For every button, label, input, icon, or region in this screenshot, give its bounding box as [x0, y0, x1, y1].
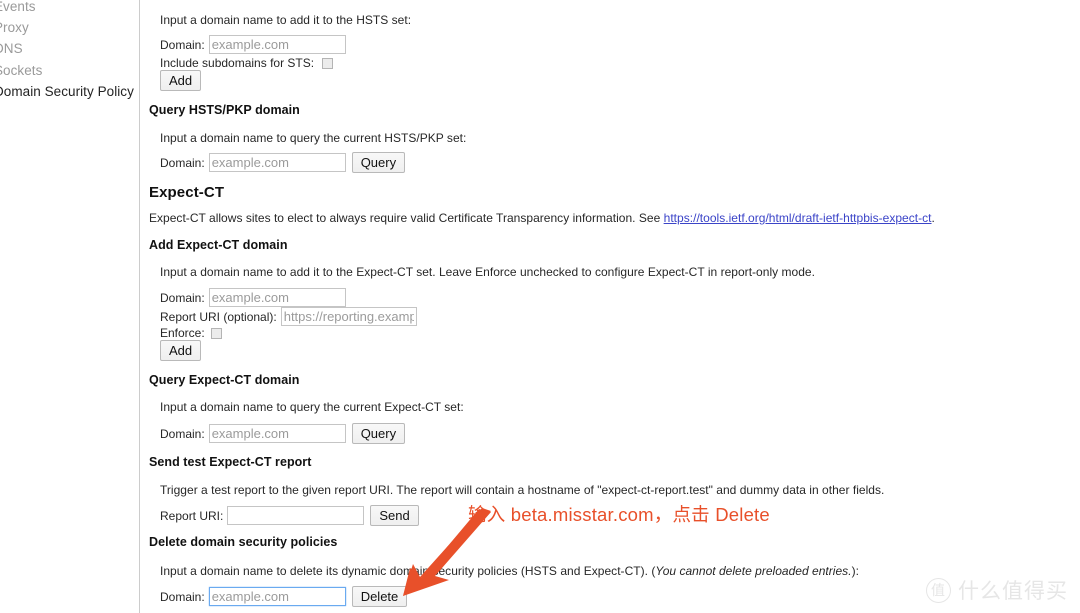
expect-ct-spec-link[interactable]: https://tools.ietf.org/html/draft-ietf-h…	[664, 211, 932, 225]
delete-policies-domain-label: Domain:	[160, 589, 205, 604]
expect-ct-test-report-uri-label: Report URI:	[160, 508, 224, 523]
expect-ct-add-domain-label: Domain:	[160, 290, 205, 305]
expect-ct-test-send-button[interactable]: Send	[370, 505, 419, 526]
expect-ct-description: Expect-CT allows sites to elect to alway…	[149, 211, 935, 225]
hsts-query-button[interactable]: Query	[351, 152, 406, 173]
hsts-query-domain-input[interactable]	[208, 153, 346, 172]
expect-ct-add-report-uri-input[interactable]	[280, 307, 417, 326]
expect-ct-add-description: Input a domain name to add it to the Exp…	[160, 265, 815, 279]
watermark: 值 什么值得买	[926, 575, 1068, 605]
delete-policies-heading: Delete domain security policies	[149, 535, 338, 549]
expect-ct-query-button[interactable]: Query	[351, 423, 406, 444]
hsts-add-subdomains-checkbox[interactable]	[322, 57, 334, 69]
hsts-add-button[interactable]: Add	[160, 70, 202, 91]
delete-policies-delete-button[interactable]: Delete	[351, 586, 408, 607]
expect-ct-add-domain-input[interactable]	[208, 288, 346, 307]
expect-ct-test-report-uri-input[interactable]	[227, 506, 365, 525]
hsts-add-description: Input a domain name to add it to the HST…	[160, 13, 412, 27]
sidebar-item-dns[interactable]: DNS	[0, 38, 23, 60]
expect-ct-add-enforce-label: Enforce:	[160, 326, 205, 340]
expect-ct-add-button[interactable]: Add	[160, 340, 202, 361]
hsts-query-domain-label: Domain:	[160, 155, 205, 170]
hsts-add-domain-input[interactable]	[208, 35, 346, 54]
hsts-query-heading: Query HSTS/PKP domain	[149, 103, 300, 117]
expect-ct-test-report-uri-row: Report URI: Send	[160, 505, 419, 526]
delete-policies-description-after: ):	[851, 564, 859, 578]
watermark-text: 什么值得买	[958, 580, 1068, 603]
hsts-query-description: Input a domain name to query the current…	[160, 131, 467, 145]
hsts-add-subdomains-label: Include subdomains for STS:	[160, 56, 315, 70]
sidebar: Events Proxy DNS Sockets Domain Security…	[0, 0, 140, 613]
delete-policies-domain-input[interactable]	[208, 587, 346, 606]
hsts-add-domain-row: Domain:	[160, 35, 346, 54]
expect-ct-description-after: .	[931, 211, 935, 225]
delete-policies-description-italic: You cannot delete preloaded entries.	[655, 564, 852, 578]
expect-ct-query-domain-label: Domain:	[160, 426, 205, 441]
hsts-add-domain-label: Domain:	[160, 37, 205, 52]
expect-ct-add-report-uri-row: Report URI (optional):	[160, 307, 417, 326]
expect-ct-add-enforce-checkbox[interactable]	[210, 327, 222, 339]
expect-ct-query-domain-row: Domain: Query	[160, 423, 406, 444]
sidebar-item-proxy[interactable]: Proxy	[0, 17, 29, 39]
watermark-badge-icon: 值	[926, 577, 951, 603]
hsts-add-subdomains-row: Include subdomains for STS:	[160, 56, 334, 70]
delete-policies-description-before: Input a domain name to delete its dynami…	[160, 564, 656, 578]
expect-ct-test-heading: Send test Expect-CT report	[149, 455, 312, 469]
expect-ct-add-domain-row: Domain:	[160, 288, 346, 307]
annotation-instruction-text: 输入 beta.misstar.com，点击 Delete	[468, 504, 770, 525]
delete-policies-domain-row: Domain: Delete	[160, 586, 408, 607]
expect-ct-heading: Expect-CT	[149, 184, 225, 201]
delete-policies-description: Input a domain name to delete its dynami…	[160, 564, 859, 578]
expect-ct-add-heading: Add Expect-CT domain	[149, 238, 288, 252]
expect-ct-add-enforce-row: Enforce:	[160, 326, 222, 340]
sidebar-item-domain-security-policy[interactable]: Domain Security Policy	[0, 81, 134, 103]
expect-ct-add-report-uri-label: Report URI (optional):	[160, 309, 277, 324]
expect-ct-query-heading: Query Expect-CT domain	[149, 373, 300, 387]
expect-ct-query-description: Input a domain name to query the current…	[160, 400, 464, 414]
sidebar-item-events[interactable]: Events	[0, 0, 36, 18]
expect-ct-query-domain-input[interactable]	[208, 424, 346, 443]
expect-ct-test-description: Trigger a test report to the given repor…	[160, 483, 885, 497]
expect-ct-description-before: Expect-CT allows sites to elect to alway…	[149, 211, 664, 225]
sidebar-item-sockets[interactable]: Sockets	[0, 60, 42, 82]
hsts-query-domain-row: Domain: Query	[160, 152, 406, 173]
